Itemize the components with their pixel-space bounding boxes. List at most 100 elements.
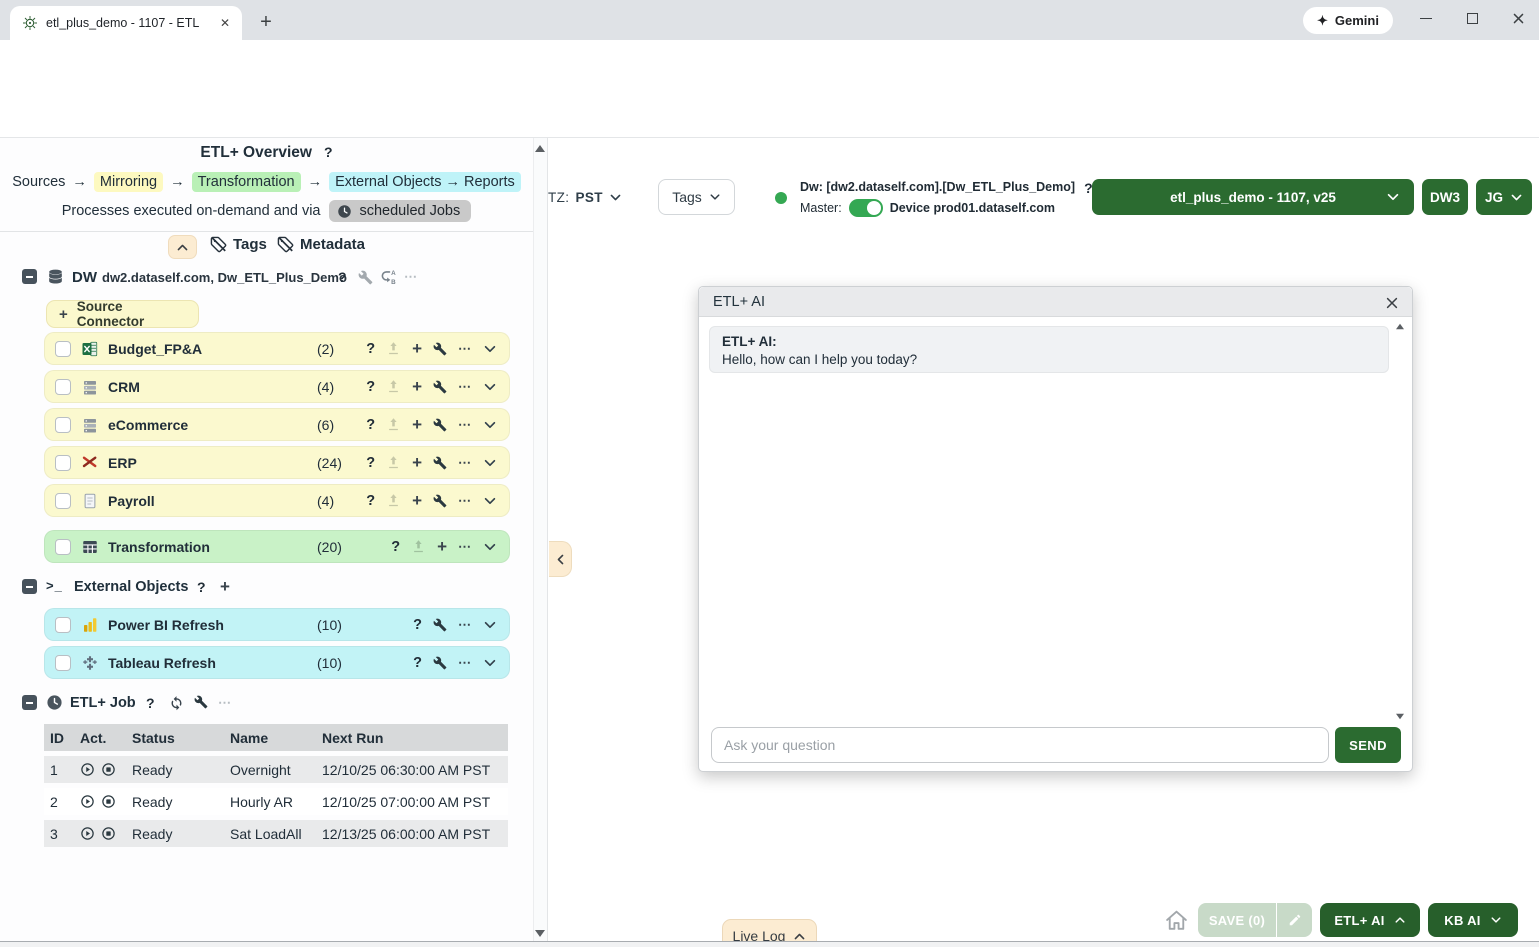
help-icon[interactable]: ? bbox=[366, 341, 375, 357]
chevron-down-icon[interactable] bbox=[483, 656, 497, 670]
pencil-icon[interactable] bbox=[1277, 913, 1312, 927]
scroll-up-icon[interactable] bbox=[1396, 324, 1404, 330]
scroll-down-icon[interactable] bbox=[1396, 714, 1404, 720]
source-row-crm[interactable]: CRM (4) ? + ⋯ bbox=[44, 370, 510, 403]
chevron-down-icon[interactable] bbox=[483, 540, 497, 554]
upload-icon[interactable] bbox=[386, 493, 401, 508]
job-row[interactable]: 3 Ready Sat LoadAll 12/13/25 06:00:00 AM… bbox=[44, 820, 508, 847]
add-source-connector-button[interactable]: + Source Connector bbox=[46, 300, 199, 328]
plus-icon[interactable]: + bbox=[412, 415, 422, 435]
row-checkbox[interactable] bbox=[55, 341, 71, 357]
help-icon[interactable]: ? bbox=[413, 655, 422, 671]
chevron-down-icon[interactable] bbox=[483, 494, 497, 508]
stop-job-icon[interactable] bbox=[101, 826, 116, 841]
row-checkbox[interactable] bbox=[55, 379, 71, 395]
help-icon[interactable]: ? bbox=[391, 539, 400, 555]
collapse-job-button[interactable] bbox=[22, 695, 37, 710]
more-options-icon[interactable]: ⋯ bbox=[458, 539, 472, 555]
sidebar-scrollbar[interactable] bbox=[533, 138, 548, 941]
wrench-icon[interactable] bbox=[433, 494, 447, 508]
ask-question-input[interactable] bbox=[711, 727, 1329, 763]
refresh-icon[interactable] bbox=[168, 694, 185, 711]
browser-tab[interactable]: etl_plus_demo - 1107 - ETL ✕ bbox=[10, 6, 242, 40]
new-tab-button[interactable]: + bbox=[252, 8, 280, 36]
more-options-icon[interactable]: ⋯ bbox=[458, 417, 472, 433]
more-options-icon[interactable]: ⋯ bbox=[458, 617, 472, 633]
save-button[interactable]: SAVE (0) bbox=[1198, 903, 1312, 937]
gemini-button[interactable]: ✦ Gemini bbox=[1303, 7, 1393, 34]
more-options-icon[interactable]: ⋯ bbox=[458, 455, 472, 471]
user-menu-button[interactable]: JG bbox=[1476, 179, 1532, 215]
run-job-icon[interactable] bbox=[80, 826, 95, 841]
send-button[interactable]: SEND bbox=[1335, 727, 1401, 763]
help-icon[interactable]: ? bbox=[413, 617, 422, 633]
external-row-tableau[interactable]: Tableau Refresh (10) ? ⋯ bbox=[44, 646, 510, 679]
run-job-icon[interactable] bbox=[80, 762, 95, 777]
upload-icon[interactable] bbox=[411, 539, 426, 554]
tab-close-icon[interactable]: ✕ bbox=[216, 14, 234, 32]
tags-visibility-toggle[interactable]: Tags bbox=[210, 236, 267, 253]
source-row-budget[interactable]: Budget_FP&A (2) ? + ⋯ bbox=[44, 332, 510, 365]
more-options-icon[interactable]: ⋯ bbox=[458, 341, 472, 357]
job-row[interactable]: 1 Ready Overnight 12/10/25 06:30:00 AM P… bbox=[44, 756, 508, 783]
scheduled-jobs-chip[interactable]: scheduled Jobs bbox=[329, 200, 471, 222]
collapse-dw-button[interactable] bbox=[22, 269, 37, 284]
collapse-all-button[interactable] bbox=[168, 235, 197, 259]
row-checkbox[interactable] bbox=[55, 617, 71, 633]
sidebar-collapse-handle[interactable] bbox=[549, 541, 572, 577]
wrench-icon[interactable] bbox=[433, 618, 447, 632]
plus-icon[interactable]: + bbox=[437, 537, 447, 557]
stop-job-icon[interactable] bbox=[101, 762, 116, 777]
wrench-icon[interactable] bbox=[433, 418, 447, 432]
run-job-icon[interactable] bbox=[80, 794, 95, 809]
help-icon[interactable]: ? bbox=[197, 579, 206, 595]
etl-ai-toggle-button[interactable]: ETL+ AI bbox=[1320, 903, 1420, 937]
more-options-icon[interactable]: ⋯ bbox=[458, 655, 472, 671]
scroll-up-icon[interactable] bbox=[535, 145, 545, 152]
dw3-button[interactable]: DW3 bbox=[1422, 179, 1468, 215]
plus-icon[interactable]: + bbox=[412, 339, 422, 359]
collapse-external-button[interactable] bbox=[22, 579, 37, 594]
timezone-selector[interactable]: TZ: PST bbox=[548, 181, 622, 213]
kb-ai-button[interactable]: KB AI bbox=[1428, 903, 1518, 937]
external-row-powerbi[interactable]: Power BI Refresh (10) ? ⋯ bbox=[44, 608, 510, 641]
plus-icon[interactable]: + bbox=[412, 453, 422, 473]
window-maximize-button[interactable] bbox=[1452, 0, 1492, 36]
dialog-titlebar[interactable]: ETL+ AI bbox=[699, 287, 1412, 317]
source-row-payroll[interactable]: Payroll (4) ? + ⋯ bbox=[44, 484, 510, 517]
chevron-down-icon[interactable] bbox=[483, 342, 497, 356]
more-options-icon[interactable]: ⋯ bbox=[458, 379, 472, 395]
wrench-icon[interactable] bbox=[433, 380, 447, 394]
row-checkbox[interactable] bbox=[55, 417, 71, 433]
help-icon[interactable]: ? bbox=[366, 417, 375, 433]
rename-ab-icon[interactable] bbox=[380, 268, 399, 287]
wrench-icon[interactable] bbox=[433, 456, 447, 470]
help-icon[interactable]: ? bbox=[366, 455, 375, 471]
scroll-down-icon[interactable] bbox=[535, 930, 545, 937]
wrench-icon[interactable] bbox=[358, 270, 373, 285]
window-minimize-button[interactable] bbox=[1406, 0, 1446, 36]
transformation-row[interactable]: Transformation (20) ? + ⋯ bbox=[44, 530, 510, 563]
dialog-close-icon[interactable] bbox=[1383, 294, 1400, 311]
chevron-down-icon[interactable] bbox=[483, 618, 497, 632]
source-row-ecommerce[interactable]: eCommerce (6) ? + ⋯ bbox=[44, 408, 510, 441]
plus-icon[interactable]: + bbox=[412, 377, 422, 397]
job-row[interactable]: 2 Ready Hourly AR 12/10/25 07:00:00 AM P… bbox=[44, 788, 508, 815]
plus-icon[interactable]: + bbox=[412, 491, 422, 511]
row-checkbox[interactable] bbox=[55, 455, 71, 471]
metadata-visibility-toggle[interactable]: Metadata bbox=[277, 236, 365, 253]
more-options-icon[interactable]: ⋯ bbox=[404, 269, 418, 285]
wrench-icon[interactable] bbox=[194, 695, 208, 709]
more-options-icon[interactable]: ⋯ bbox=[458, 493, 472, 509]
plus-icon[interactable]: + bbox=[220, 577, 230, 597]
upload-icon[interactable] bbox=[386, 455, 401, 470]
help-icon[interactable]: ? bbox=[146, 695, 155, 711]
help-icon[interactable]: ? bbox=[324, 144, 333, 160]
help-icon[interactable]: ? bbox=[366, 493, 375, 509]
tags-dropdown-button[interactable]: Tags bbox=[658, 179, 735, 215]
upload-icon[interactable] bbox=[386, 417, 401, 432]
row-checkbox[interactable] bbox=[55, 493, 71, 509]
wrench-icon[interactable] bbox=[433, 656, 447, 670]
source-row-erp[interactable]: ERP (24) ? + ⋯ bbox=[44, 446, 510, 479]
chevron-down-icon[interactable] bbox=[483, 418, 497, 432]
